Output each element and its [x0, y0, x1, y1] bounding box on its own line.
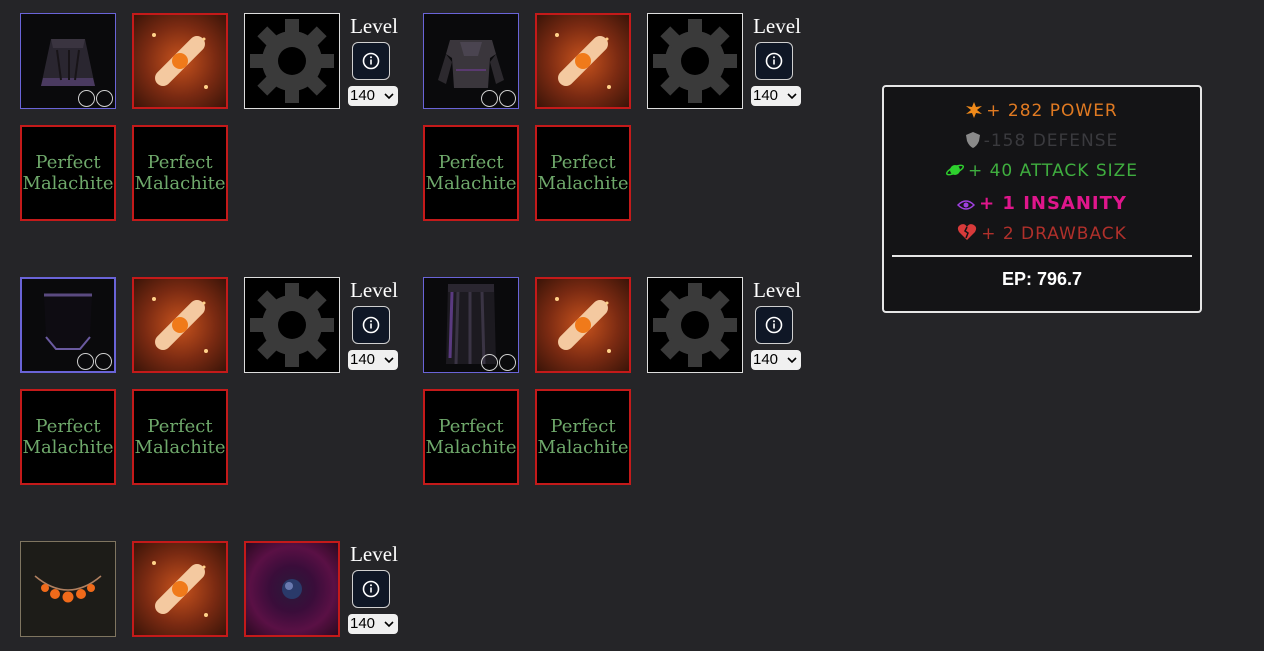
info-icon	[362, 316, 380, 334]
level-control: Level 140	[348, 542, 404, 634]
chevron-down-icon	[384, 621, 394, 628]
level-select[interactable]: 140	[751, 350, 801, 370]
upgrade-gear-slot[interactable]	[244, 277, 340, 373]
upgrade-gear-slot[interactable]	[244, 13, 340, 109]
level-select-value: 140	[350, 351, 376, 368]
scroll-icon	[555, 297, 611, 353]
enchant-scroll-slot[interactable]	[535, 13, 631, 109]
chevron-down-icon	[787, 93, 797, 100]
planet-icon	[945, 164, 964, 176]
scroll-icon	[152, 561, 208, 617]
socket-holes	[481, 354, 516, 371]
gem-label: Perfect Malachite	[537, 152, 629, 194]
level-control: Level 140	[348, 278, 404, 370]
item-slot-cape[interactable]	[20, 277, 116, 373]
gem-label: Perfect Malachite	[22, 416, 114, 458]
scroll-icon	[152, 33, 208, 89]
stat-insanity: + 1 INSANITY	[884, 193, 1200, 214]
level-control: Level 140	[751, 14, 807, 106]
upgrade-gear-slot[interactable]	[647, 13, 743, 109]
power-icon	[966, 102, 983, 118]
socket-holes	[481, 90, 516, 107]
level-control: Level 140	[348, 14, 404, 106]
level-select[interactable]: 140	[348, 614, 398, 634]
stat-power: + 282 POWER	[884, 101, 1200, 121]
enchant-scroll-slot[interactable]	[132, 541, 228, 637]
gem-slot[interactable]: Perfect Malachite	[423, 389, 519, 485]
info-icon	[362, 52, 380, 70]
gem-slot[interactable]: Perfect Malachite	[535, 389, 631, 485]
info-icon	[362, 580, 380, 598]
eye-icon	[957, 200, 976, 210]
level-control: Level 140	[751, 278, 807, 370]
chevron-down-icon	[384, 93, 394, 100]
item-slot-legs[interactable]	[423, 277, 519, 373]
gem-slot[interactable]: Perfect Malachite	[132, 125, 228, 221]
item-slot-chest[interactable]	[423, 13, 519, 109]
scroll-icon	[152, 297, 208, 353]
enchant-scroll-slot[interactable]	[132, 277, 228, 373]
scroll-icon	[555, 33, 611, 89]
stats-panel: + 282 POWER -158 DEFENSE + 40 ATTACK SIZ…	[882, 85, 1202, 313]
enchant-scroll-slot[interactable]	[132, 13, 228, 109]
socket-holes	[77, 353, 112, 370]
gem-label: Perfect Malachite	[134, 416, 226, 458]
gem-slot[interactable]: Perfect Malachite	[132, 389, 228, 485]
stat-attack-size: + 40 ATTACK SIZE	[884, 161, 1200, 181]
info-button[interactable]	[352, 306, 390, 344]
stat-defense: -158 DEFENSE	[884, 131, 1200, 151]
level-label: Level	[350, 278, 398, 302]
item-slot-robe[interactable]	[20, 13, 116, 109]
gem-slot[interactable]: Perfect Malachite	[20, 125, 116, 221]
chevron-down-icon	[384, 357, 394, 364]
level-select[interactable]: 140	[751, 86, 801, 106]
level-select[interactable]: 140	[348, 86, 398, 106]
info-button[interactable]	[755, 42, 793, 80]
broken-heart-icon	[958, 224, 977, 240]
gem-label: Perfect Malachite	[425, 416, 517, 458]
gear-icon	[250, 19, 334, 103]
info-icon	[765, 52, 783, 70]
gem-label: Perfect Malachite	[537, 416, 629, 458]
necklace-icon	[34, 575, 102, 603]
level-label: Level	[753, 14, 801, 38]
ep-value: EP: 796.7	[1001, 269, 1083, 289]
level-label: Level	[350, 14, 398, 38]
info-button[interactable]	[755, 306, 793, 344]
gear-icon	[653, 283, 737, 367]
info-button[interactable]	[352, 42, 390, 80]
level-label: Level	[753, 278, 801, 302]
chevron-down-icon	[787, 357, 797, 364]
socket-holes	[78, 90, 113, 107]
divider	[892, 255, 1192, 257]
shield-icon	[965, 132, 980, 148]
gem-label: Perfect Malachite	[134, 152, 226, 194]
gear-icon	[653, 19, 737, 103]
info-icon	[765, 316, 783, 334]
level-select-value: 140	[350, 87, 376, 104]
stat-drawback: + 2 DRAWBACK	[884, 223, 1200, 244]
gem-slot[interactable]: Perfect Malachite	[423, 125, 519, 221]
level-select-value: 140	[350, 615, 376, 632]
level-select-value: 140	[753, 351, 779, 368]
gem-label: Perfect Malachite	[22, 152, 114, 194]
level-select[interactable]: 140	[348, 350, 398, 370]
level-label: Level	[350, 542, 398, 566]
gem-slot[interactable]: Perfect Malachite	[20, 389, 116, 485]
enchant-scroll-slot[interactable]	[535, 277, 631, 373]
orb-icon	[282, 579, 302, 599]
gem-slot[interactable]: Perfect Malachite	[535, 125, 631, 221]
info-button[interactable]	[352, 570, 390, 608]
item-slot-necklace[interactable]	[20, 541, 116, 637]
gem-label: Perfect Malachite	[425, 152, 517, 194]
upgrade-gear-slot[interactable]	[647, 277, 743, 373]
orb-slot[interactable]	[244, 541, 340, 637]
gear-icon	[250, 283, 334, 367]
level-select-value: 140	[753, 87, 779, 104]
